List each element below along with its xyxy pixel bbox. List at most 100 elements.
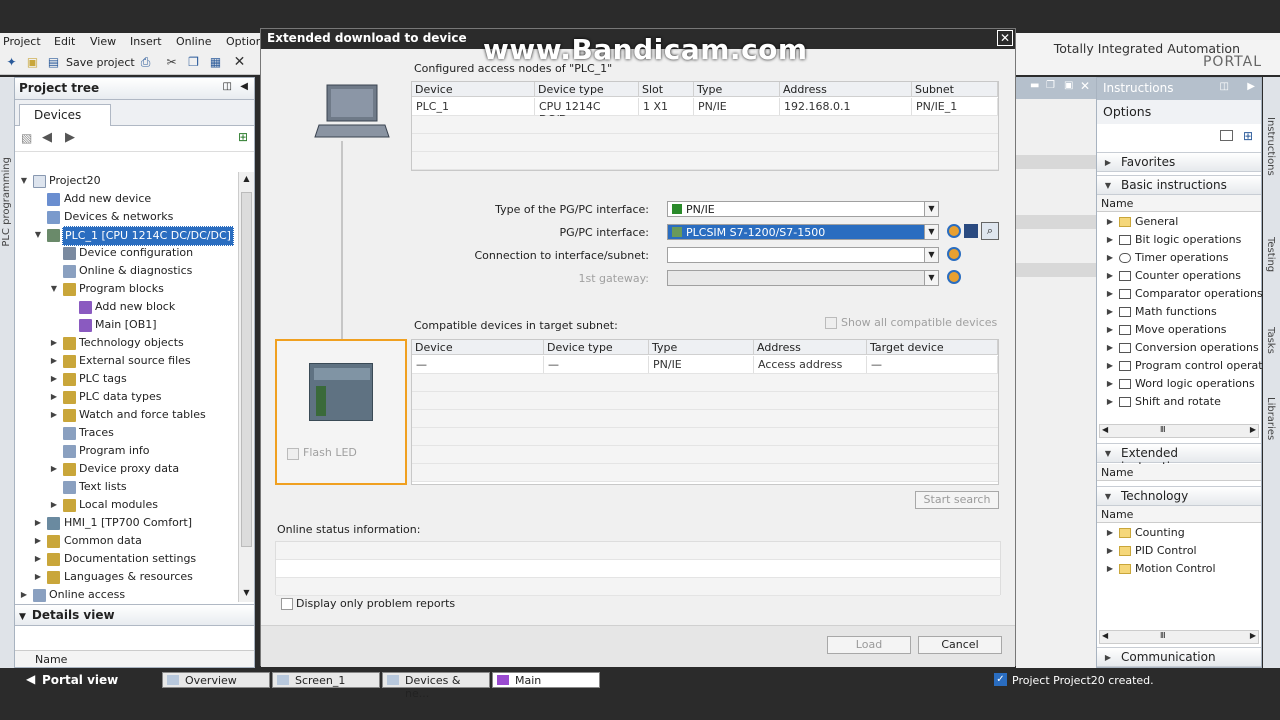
search-icon[interactable]: ⌕ xyxy=(981,222,999,240)
copy-icon[interactable]: ❐ xyxy=(186,55,201,70)
extended-instructions-section[interactable]: ▼Extended instructions xyxy=(1097,443,1261,474)
menu-online[interactable]: Online xyxy=(176,35,211,48)
instr-general[interactable]: ▶ General xyxy=(1097,213,1261,231)
col-device: Device xyxy=(412,340,544,355)
instr-motion-control[interactable]: ▶ Motion Control xyxy=(1097,560,1261,578)
col-device: Device xyxy=(412,82,535,97)
flash-led-checkbox[interactable] xyxy=(287,448,299,460)
communication-section[interactable]: ▶ Communication xyxy=(1097,647,1261,667)
back-icon[interactable]: ◀ xyxy=(42,130,52,145)
chevron-down-icon[interactable]: ▼ xyxy=(924,225,938,239)
instr-word-logic[interactable]: ▶ Word logic operations xyxy=(1097,375,1261,393)
instr-comparator[interactable]: ▶ Comparator operations xyxy=(1097,285,1263,303)
instr-program-control[interactable]: ▶ Program control operati... xyxy=(1097,357,1276,375)
basic-instructions-section[interactable]: ▼ Basic instructions xyxy=(1097,175,1261,195)
table-row[interactable]: — — PN/IE Access address — xyxy=(412,356,998,374)
open-project-icon[interactable]: ▣ xyxy=(25,55,40,70)
paste-icon[interactable]: ▦ xyxy=(208,55,223,70)
connection-subnet-select[interactable]: ▼ xyxy=(667,247,939,263)
editor-close-icon[interactable]: ✕ xyxy=(1080,79,1090,93)
problem-reports-label: Display only problem reports xyxy=(296,597,456,610)
problem-reports-checkbox[interactable] xyxy=(281,598,293,610)
interface-config-icon[interactable] xyxy=(964,224,978,238)
pgpc-interface-select[interactable]: PLCSIM S7-1200/S7-1500 ▼ xyxy=(667,224,939,240)
delete-icon[interactable]: ✕ xyxy=(232,55,247,70)
taskbar-main[interactable]: Main xyxy=(492,672,600,688)
plc-programming-tab[interactable]: PLC programming xyxy=(1,157,12,247)
print-icon[interactable]: ⎙ xyxy=(138,55,153,70)
table-row[interactable]: PLC_1 CPU 1214C DC/D... 1 X1 PN/IE 192.1… xyxy=(412,98,998,126)
menu-insert[interactable]: Insert xyxy=(130,35,162,48)
flash-led-label: Flash LED xyxy=(303,446,357,459)
portal-view-arrow-icon[interactable]: ◀ xyxy=(26,672,35,686)
instr-math[interactable]: ▶ Math functions xyxy=(1097,303,1261,321)
view-icon[interactable] xyxy=(1220,130,1233,141)
type-interface-select[interactable]: PN/IE ▼ xyxy=(667,201,939,217)
menu-view[interactable]: View xyxy=(90,35,116,48)
tab-testing[interactable]: Testing xyxy=(1265,237,1276,272)
details-view-header[interactable]: ▼ Details view xyxy=(15,604,254,626)
technology-section[interactable]: ▼ Technology xyxy=(1097,486,1261,506)
col-type: Type xyxy=(694,82,780,97)
details-collapse-icon[interactable]: ▼ xyxy=(19,612,26,622)
main-block-icon xyxy=(497,675,509,685)
instr-bit-logic[interactable]: ▶ Bit logic operations xyxy=(1097,231,1261,249)
scroll-thumb[interactable] xyxy=(241,192,252,547)
tree-scrollbar[interactable]: ▲ ▼ xyxy=(238,172,254,602)
scroll-up-icon[interactable]: ▲ xyxy=(241,174,252,186)
tech-hscrollbar[interactable]: ◀ Ⅲ ▶ xyxy=(1099,630,1259,644)
basic-hscrollbar[interactable]: ◀ Ⅲ ▶ xyxy=(1099,424,1259,438)
instr-timer[interactable]: ▶ Timer operations xyxy=(1097,249,1261,267)
tab-libraries[interactable]: Libraries xyxy=(1265,397,1276,440)
instr-conversion[interactable]: ▶ Conversion operations xyxy=(1097,339,1261,357)
pin-icon[interactable]: ◫ xyxy=(223,81,232,92)
instr-pid-control[interactable]: ▶ PID Control xyxy=(1097,542,1261,560)
menu-options[interactable]: Option xyxy=(226,35,263,48)
scroll-down-icon[interactable]: ▼ xyxy=(241,588,252,600)
favorites-section[interactable]: ▶ Favorites xyxy=(1097,152,1261,172)
tab-instructions[interactable]: Instructions xyxy=(1265,117,1276,176)
collapse-left-icon[interactable]: ◀ xyxy=(240,81,248,92)
new-folder-icon[interactable]: ▧ xyxy=(21,131,32,145)
forward-icon[interactable]: ▶ xyxy=(65,130,75,145)
subnet-properties-icon[interactable] xyxy=(947,247,961,261)
maximize-icon[interactable]: ▣ xyxy=(1064,80,1073,91)
show-all-checkbox[interactable] xyxy=(825,317,837,329)
split-icon[interactable]: ⊞ xyxy=(238,130,248,144)
tab-tasks[interactable]: Tasks xyxy=(1265,327,1276,354)
cancel-button[interactable]: Cancel xyxy=(918,636,1002,654)
menu-bar: Project Edit View Insert Online Option xyxy=(0,33,263,51)
brand-portal: PORTAL xyxy=(1202,54,1262,70)
instr-counter[interactable]: ▶ Counter operations xyxy=(1097,267,1261,285)
load-button[interactable]: Load xyxy=(827,636,911,654)
save-project-button[interactable]: Save project xyxy=(66,56,135,69)
collapse-right-icon[interactable]: ▶ xyxy=(1247,81,1255,92)
instr-counting[interactable]: ▶ Counting xyxy=(1097,524,1261,542)
chevron-down-icon[interactable]: ▼ xyxy=(924,248,938,262)
instr-move[interactable]: ▶ Move operations xyxy=(1097,321,1261,339)
taskbar-devices[interactable]: Devices & ne... xyxy=(382,672,490,700)
minimize-icon[interactable]: ▬ xyxy=(1030,80,1039,91)
menu-project[interactable]: Project xyxy=(3,35,41,48)
chevron-down-icon[interactable]: ▼ xyxy=(924,271,938,285)
save-icon[interactable]: ▤ xyxy=(46,55,61,70)
taskbar-screen1[interactable]: Screen_1 xyxy=(272,672,380,688)
portal-view-button[interactable]: Portal view xyxy=(42,673,118,687)
properties-icon[interactable] xyxy=(947,224,961,238)
chevron-down-icon[interactable]: ▼ xyxy=(924,202,938,216)
start-search-button[interactable]: Start search xyxy=(915,491,999,509)
grid-view-icon[interactable]: ⊞ xyxy=(1243,129,1253,143)
new-project-icon[interactable]: ✦ xyxy=(4,55,19,70)
menu-edit[interactable]: Edit xyxy=(54,35,75,48)
pin-icon[interactable]: ◫ xyxy=(1220,81,1229,92)
col-address: Address xyxy=(754,340,867,355)
cut-icon[interactable]: ✂ xyxy=(164,55,179,70)
restore-icon[interactable]: ❐ xyxy=(1046,80,1055,91)
target-device-box: Flash LED xyxy=(275,339,407,485)
gateway-properties-icon[interactable] xyxy=(947,270,961,284)
gateway-select[interactable]: ▼ xyxy=(667,270,939,286)
taskbar-overview[interactable]: Overview xyxy=(162,672,270,688)
tab-devices[interactable]: Devices xyxy=(19,104,111,126)
instr-shift-rotate[interactable]: ▶ Shift and rotate xyxy=(1097,393,1261,411)
dialog-close-icon[interactable]: ✕ xyxy=(997,30,1013,46)
